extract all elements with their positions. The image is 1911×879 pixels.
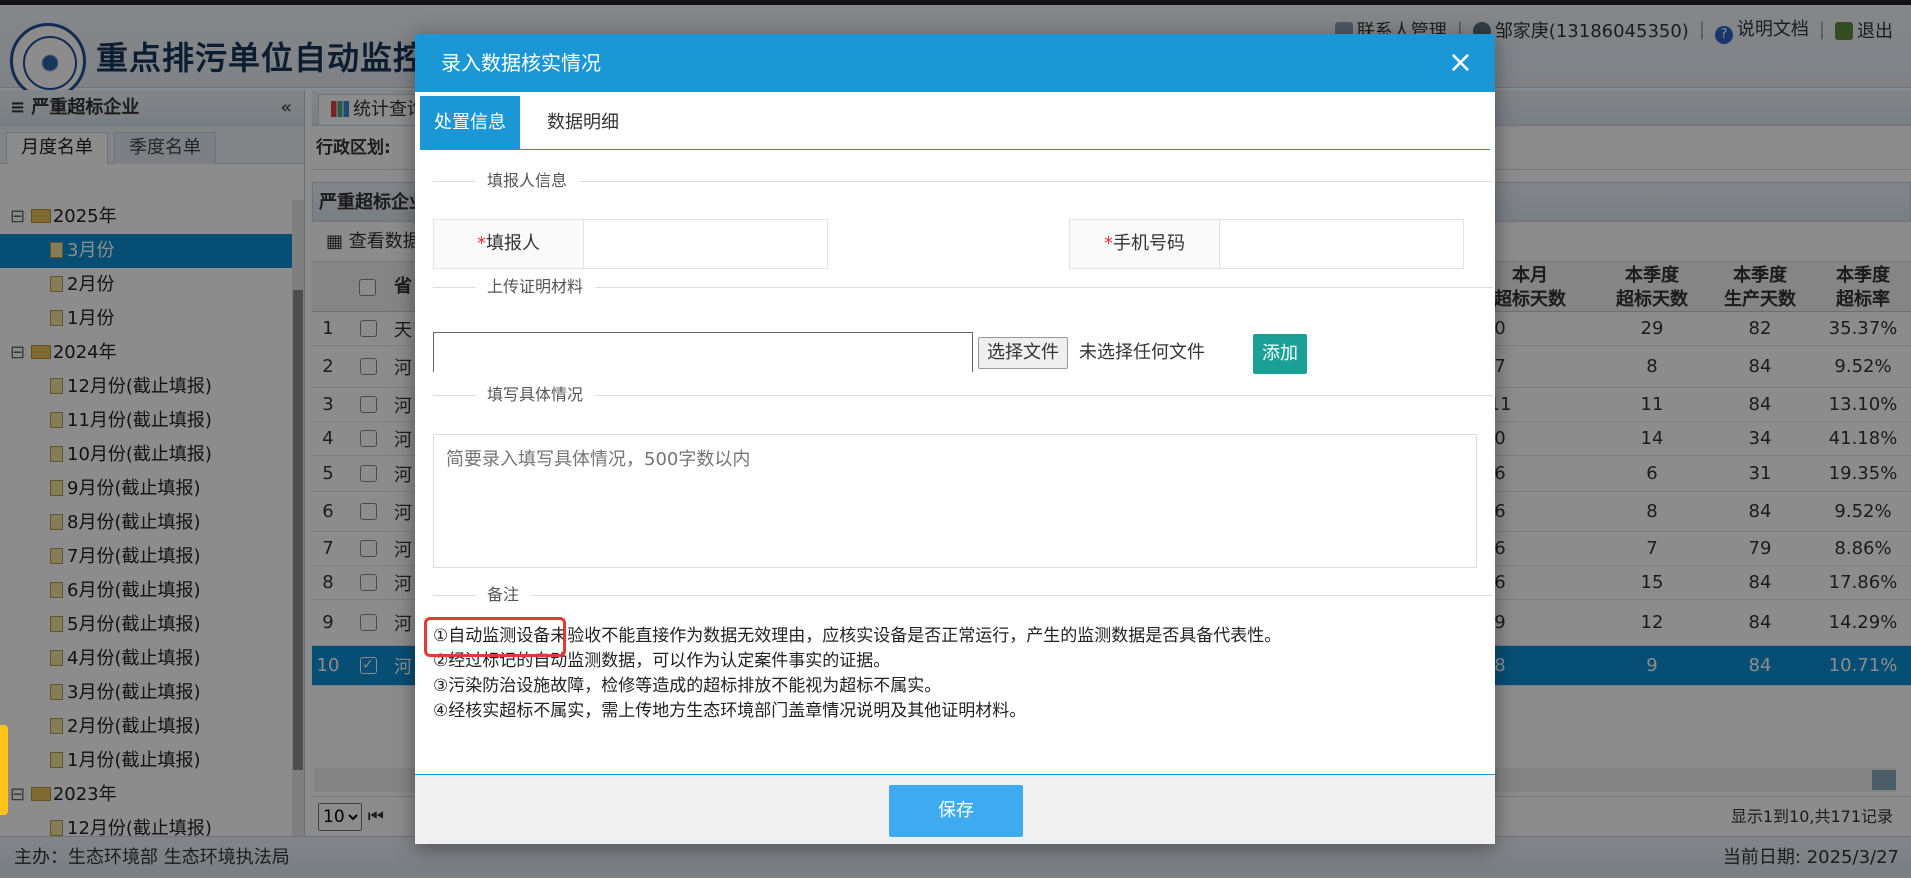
section-filler-info: 填报人信息 xyxy=(433,171,1493,191)
section-upload: 上传证明材料 xyxy=(433,277,1493,297)
file-path-box[interactable] xyxy=(433,332,973,372)
phone-input[interactable] xyxy=(1220,220,1463,268)
dialog-footer: 保存 xyxy=(415,774,1495,844)
close-icon[interactable]: × xyxy=(1448,34,1473,92)
dialog-header: 录入数据核实情况 × xyxy=(415,34,1495,92)
phone-label: *手机号码 xyxy=(1070,220,1220,268)
dialog-title: 录入数据核实情况 xyxy=(441,51,601,75)
highlight-box xyxy=(424,617,566,657)
note-item: ③污染防治设施故障，检修等造成的超标排放不能视为超标不属实。 xyxy=(433,676,942,696)
section-notes: 备注 xyxy=(433,585,1493,605)
filler-label: *填报人 xyxy=(434,220,584,268)
detail-textarea[interactable] xyxy=(433,434,1477,568)
no-file-text: 未选择任何文件 xyxy=(1079,342,1205,363)
tab-data-detail[interactable]: 数据明细 xyxy=(533,96,633,150)
note-item: ④经核实超标不属实，需上传地方生态环境部门盖章情况说明及其他证明材料。 xyxy=(433,701,1027,721)
add-button[interactable]: 添加 xyxy=(1253,334,1307,374)
floating-edge-tab[interactable] xyxy=(0,725,8,815)
dialog-tabs: 处置信息 数据明细 xyxy=(420,96,1490,150)
choose-file-button[interactable]: 选择文件 xyxy=(978,337,1068,369)
filler-input[interactable] xyxy=(584,220,827,268)
section-detail: 填写具体情况 xyxy=(433,385,1493,405)
filler-field: *填报人 xyxy=(433,219,828,269)
phone-field: *手机号码 xyxy=(1069,219,1464,269)
verify-data-dialog: 录入数据核实情况 × 处置信息 数据明细 填报人信息 *填报人 *手机号码 上传… xyxy=(415,34,1495,844)
save-button[interactable]: 保存 xyxy=(889,785,1023,837)
tab-disposal-info[interactable]: 处置信息 xyxy=(420,96,520,150)
